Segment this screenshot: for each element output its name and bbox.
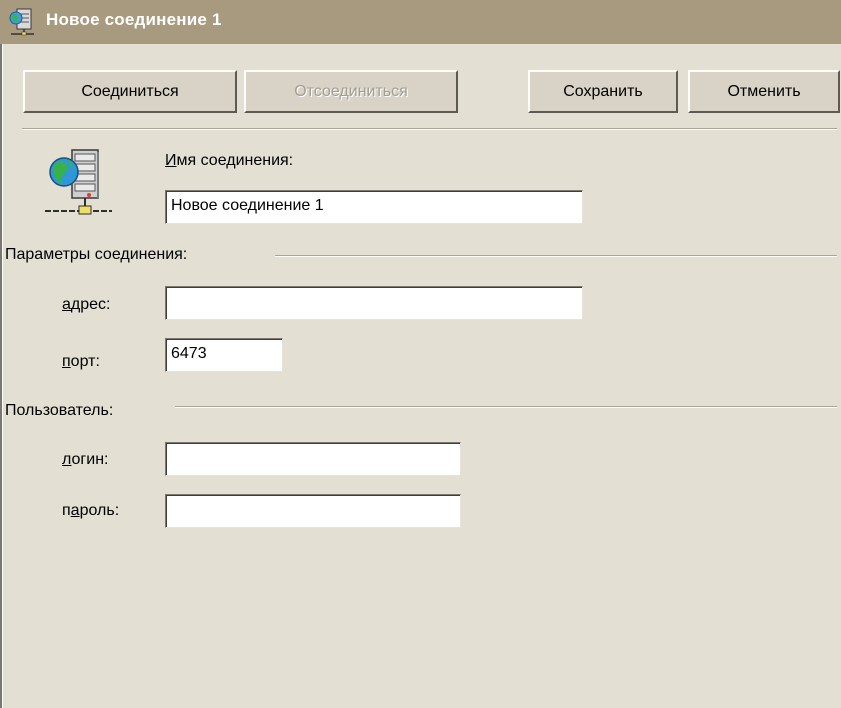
disconnect-button-label: Отсоединиться (294, 82, 408, 100)
connect-button[interactable]: Соединиться (23, 70, 237, 113)
connection-params-group-label: Параметры соединения: (5, 246, 188, 263)
save-button[interactable]: Сохранить (528, 70, 678, 113)
login-label-text: огин: (71, 451, 109, 468)
cancel-button-label: Отменить (727, 82, 801, 100)
connection-params-group-line (275, 255, 837, 257)
password-label: пароль: (62, 502, 119, 520)
login-label: логин: (62, 451, 108, 469)
password-label-text: роль: (79, 502, 120, 519)
login-input[interactable] (165, 442, 461, 476)
login-label-accelerator: л (62, 451, 72, 468)
save-button-label: Сохранить (563, 82, 643, 100)
port-label: порт: (62, 353, 100, 371)
connection-window: Новое соединение 1 Соединиться Отсоедини… (0, 0, 841, 708)
password-label-prefix: п (62, 502, 71, 519)
connection-name-label: Имя соединения: (165, 152, 293, 170)
toolbar-separator (22, 128, 837, 130)
title-bar[interactable]: Новое соединение 1 (0, 0, 841, 44)
connection-name-label-text: мя соединения: (176, 152, 294, 169)
window-title: Новое соединение 1 (46, 10, 222, 29)
port-input[interactable]: 6473 (165, 338, 283, 372)
password-input[interactable] (165, 494, 461, 528)
address-input[interactable] (165, 286, 583, 320)
cancel-button[interactable]: Отменить (688, 70, 840, 113)
address-label: адрес: (62, 296, 110, 314)
password-label-accelerator: а (70, 502, 80, 519)
network-server-icon (9, 8, 34, 36)
window-left-border-highlight (2, 44, 3, 708)
user-group-line (175, 406, 837, 408)
port-label-accelerator: п (62, 353, 71, 370)
user-group-label: Пользователь: (5, 402, 114, 419)
disconnect-button[interactable]: Отсоединиться (244, 70, 458, 113)
connect-button-label: Соединиться (81, 82, 179, 100)
port-label-text: орт: (70, 353, 100, 370)
connection-name-input[interactable]: Новое соединение 1 (165, 190, 583, 224)
network-server-globe-icon (45, 149, 112, 215)
address-label-accelerator: а (62, 296, 71, 313)
address-label-text: дрес: (70, 296, 111, 313)
connection-name-label-accelerator: И (165, 152, 177, 169)
